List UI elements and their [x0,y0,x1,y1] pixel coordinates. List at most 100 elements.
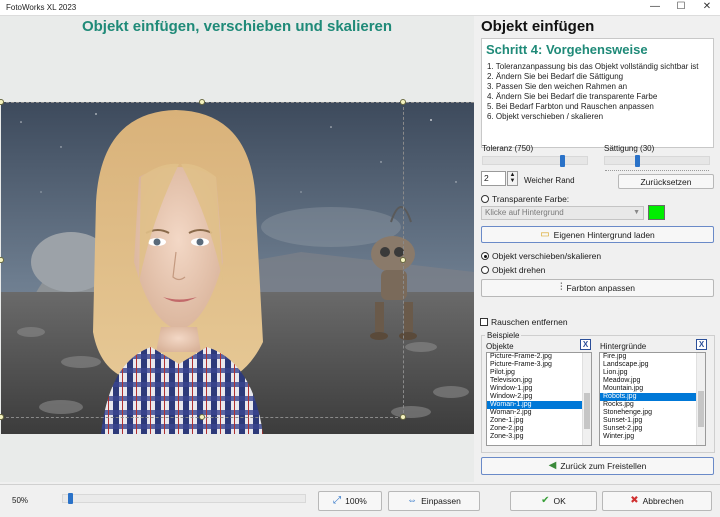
zoom-100-button[interactable]: ⤢ 100% [318,491,382,511]
scrollbar-thumb[interactable] [584,393,590,429]
back-to-cutout-button[interactable]: ◀ Zurück zum Freistellen [481,457,714,475]
load-background-label: Eigenen Hintergrund laden [553,229,655,240]
list-item[interactable]: Pilot.jpg [487,369,591,377]
remove-noise-label: Rauschen entfernen [491,317,568,327]
step-item: 5. Bei Bedarf Farbton und Rauschen anpas… [487,102,654,111]
instructions-box: Schritt 4: Vorgehensweise 1. Toleranzanp… [481,38,714,148]
reset-button[interactable]: Zurücksetzen [618,174,714,189]
transparent-color-radio[interactable]: Transparente Farbe: [481,194,569,204]
list-item[interactable]: Lion.jpg [600,369,705,377]
list-item[interactable]: Sunset-2.jpg [600,425,705,433]
step-list: 1. Toleranzanpassung bis das Objekt voll… [487,62,699,122]
canvas-title: Objekt einfügen, verschieben und skalier… [81,18,393,35]
list-item[interactable]: Sunset-1.jpg [600,417,705,425]
list-item[interactable]: Landscape.jpg [600,361,705,369]
title-bar: FotoWorks XL 2023 — ☐ ✕ [0,0,720,16]
step-item: 3. Passen Sie den weichen Rahmen an [487,82,628,91]
resize-handle-right[interactable] [400,257,406,263]
list-item[interactable]: Picture-Frame-3.jpg [487,361,591,369]
resize-handle-bottom[interactable] [199,414,205,420]
examples-label: Beispiele [485,331,522,340]
insert-object-panel: Objekt einfügen Schritt 4: Vorgehensweis… [476,16,720,482]
list-item[interactable]: Window-1.jpg [487,385,591,393]
back-to-cutout-label: Zurück zum Freistellen [560,461,647,471]
remove-noise-checkbox[interactable]: Rauschen entfernen [480,317,568,327]
move-scale-radio[interactable]: Objekt verschieben/skalieren [481,251,601,261]
close-button[interactable]: ✕ [698,2,716,13]
saturation-slider-thumb[interactable] [635,155,640,167]
load-background-button[interactable]: ▭ Eigenen Hintergrund laden [481,226,714,243]
list-item[interactable]: Fire.jpg [600,353,705,361]
cancel-button[interactable]: ✖ Abbrechen [602,491,712,511]
objects-scrollbar[interactable] [582,353,591,445]
checkbox-box [480,318,488,326]
list-item-selected[interactable]: Woman-1.jpg [487,401,591,409]
tolerance-slider[interactable] [482,155,588,167]
arrow-left-icon: ◀ [548,460,557,471]
backgrounds-label: Hintergründe [600,342,647,351]
rotate-label: Objekt drehen [492,265,546,275]
resize-handle-bottom-right[interactable] [400,414,406,420]
list-item[interactable]: Meadow.jpg [600,377,705,385]
minimize-button[interactable]: — [646,2,664,13]
saturation-label: Sättigung (30) [604,144,655,153]
list-item-selected[interactable]: Robots.jpg [600,393,705,401]
list-item[interactable]: Stonehenge.jpg [600,409,705,417]
resize-handle-top[interactable] [199,99,205,105]
list-item[interactable]: Winter.jpg [600,433,705,441]
resize-handle-top-right[interactable] [400,99,406,105]
soft-edge-input[interactable]: 2 [481,171,506,186]
zoom-slider-thumb[interactable] [68,493,73,504]
fit-button[interactable]: ⇔ Einpassen [388,491,480,511]
soft-edge-spinner[interactable]: ▲ ▼ [507,171,518,186]
checkmark-icon: ✔ [541,495,550,506]
list-item[interactable]: Zone-1.jpg [487,417,591,425]
image-canvas: Objekt einfügen, verschieben und skalier… [0,16,474,482]
window-controls: — ☐ ✕ [646,2,716,13]
backgrounds-scrollbar[interactable] [696,353,705,445]
list-item[interactable]: Woman-2.jpg [487,409,591,417]
list-item[interactable]: Picture-Frame-2.jpg [487,353,591,361]
objects-list[interactable]: Picture-Frame-2.jpg Picture-Frame-3.jpg … [486,352,592,446]
window-title: FotoWorks XL 2023 [6,3,77,12]
list-item[interactable]: Window-2.jpg [487,393,591,401]
scrollbar-thumb[interactable] [698,391,704,427]
saturation-slider[interactable] [604,155,710,171]
soft-edge-label: Weicher Rand [524,176,575,185]
transparent-color-combo[interactable]: Klicke auf Hintergrund ▼ [481,206,644,220]
ok-label: OK [553,496,566,506]
tolerance-slider-thumb[interactable] [560,155,565,167]
zoom-slider[interactable] [62,493,306,504]
list-item[interactable]: Mountain.jpg [600,385,705,393]
zoom-100-label: 100% [345,496,367,506]
move-scale-label: Objekt verschieben/skalieren [492,251,602,261]
radio-indicator [481,266,489,274]
fit-icon: ⇔ [407,495,418,506]
fit-label: Einpassen [421,496,461,506]
zoom-level-label: 50% [12,496,29,505]
maximize-button[interactable]: ☐ [672,2,690,13]
transparent-color-value: Klicke auf Hintergrund [485,208,564,217]
list-item[interactable]: Rocks.jpg [600,401,705,409]
bottom-toolbar: 50% ⤢ 100% ⇔ Einpassen ✔ OK ✖ Abbrechen [0,484,720,517]
saturation-ticks [605,168,709,171]
adjust-hue-button[interactable]: ⫶ Farbton anpassen [481,279,714,297]
transparent-color-label: Transparente Farbe: [492,194,570,204]
rotate-radio[interactable]: Objekt drehen [481,265,545,275]
clear-backgrounds-button[interactable]: X [696,339,707,350]
list-item[interactable]: Zone-3.jpg [487,433,591,441]
step-item: 6. Objekt verschieben / skalieren [487,112,604,121]
step-title: Schritt 4: Vorgehensweise [486,42,648,57]
adjust-hue-label: Farbton anpassen [566,283,636,293]
list-item[interactable]: Television.jpg [487,377,591,385]
radio-indicator [481,252,489,260]
expand-icon: ⤢ [333,495,342,506]
backgrounds-list[interactable]: Fire.jpg Landscape.jpg Lion.jpg Meadow.j… [599,352,706,446]
clear-objects-button[interactable]: X [580,339,591,350]
transparent-color-swatch[interactable] [648,205,665,220]
list-item[interactable]: Zone-2.jpg [487,425,591,433]
step-item: 4. Ändern Sie bei Bedarf die transparent… [487,92,658,101]
folder-icon: ▭ [540,228,550,240]
radio-indicator [481,195,489,203]
ok-button[interactable]: ✔ OK [510,491,597,511]
